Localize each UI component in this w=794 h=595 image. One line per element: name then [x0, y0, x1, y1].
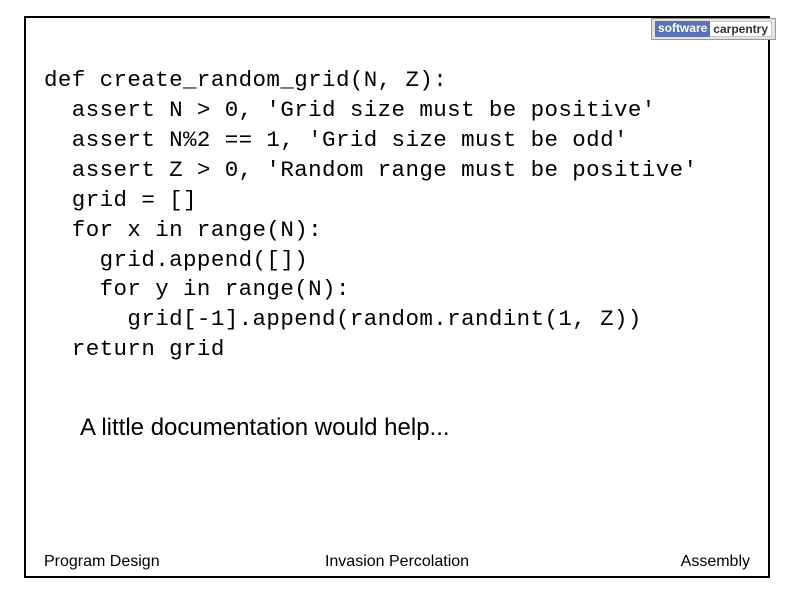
footer-left: Program Design	[44, 553, 160, 571]
code-line: for x in range(N):	[44, 217, 322, 243]
code-block: def create_random_grid(N, Z): assert N >…	[44, 66, 697, 365]
logo-carpentry-text: carpentry	[710, 21, 772, 37]
footer-center: Invasion Percolation	[325, 553, 469, 571]
code-line: grid[-1].append(random.randint(1, Z))	[44, 306, 642, 332]
footer: Program Design Invasion Percolation Asse…	[44, 553, 750, 571]
code-line: grid = []	[44, 187, 197, 213]
logo-software-text: software	[655, 21, 710, 37]
code-line: def create_random_grid(N, Z):	[44, 67, 447, 93]
code-line: assert N > 0, 'Grid size must be positiv…	[44, 97, 656, 123]
code-line: assert Z > 0, 'Random range must be posi…	[44, 157, 697, 183]
code-line: for y in range(N):	[44, 276, 350, 302]
footer-right: Assembly	[681, 553, 750, 571]
code-line: assert N%2 == 1, 'Grid size must be odd'	[44, 127, 628, 153]
code-line: return grid	[44, 336, 225, 362]
code-line: grid.append([])	[44, 247, 308, 273]
caption-text: A little documentation would help...	[80, 414, 450, 442]
logo-main: software carpentry	[655, 21, 772, 37]
logo-software-carpentry: software carpentry	[651, 18, 776, 40]
